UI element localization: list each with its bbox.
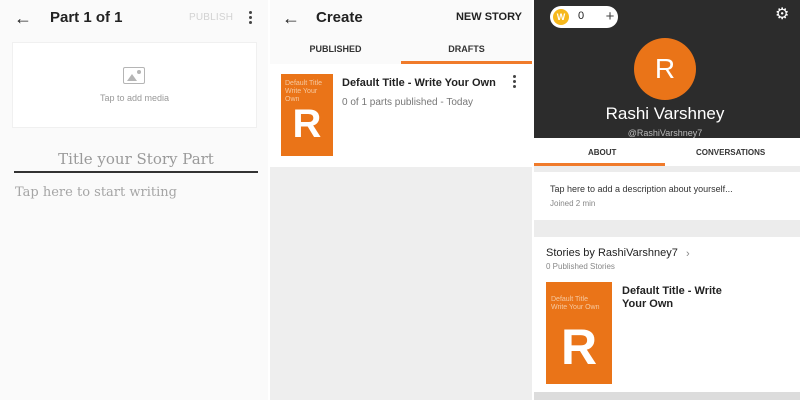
profile-header: W 0 + ⚙ R Rashi Varshney @RashiVarshney7 — [534, 0, 800, 138]
cover-letter: R — [292, 102, 322, 146]
story-editor-screen: ← Part 1 of 1 PUBLISH Tap to add media T… — [0, 0, 268, 400]
draft-meta: 0 of 1 parts published - Today — [342, 97, 474, 108]
cover-letter: R — [560, 319, 598, 375]
story-part-title-input[interactable]: Title your Story Part — [14, 150, 258, 168]
plus-icon[interactable]: + — [602, 9, 618, 25]
profile-tabs: ABOUT CONVERSATIONS — [534, 138, 800, 166]
draft-title: Default Title - Write Your Own — [342, 77, 496, 89]
stories-heading[interactable]: Stories by RashiVarshney7 — [546, 247, 678, 259]
stories-card: Stories by RashiVarshney7 › 0 Published … — [534, 237, 800, 392]
title-underline — [14, 171, 258, 173]
add-media-label: Tap to add media — [99, 93, 170, 103]
story-body-input[interactable]: Tap here to start writing — [15, 185, 177, 200]
more-vert-icon[interactable] — [513, 75, 517, 90]
profile-name: Rashi Varshney — [605, 104, 725, 123]
new-story-button[interactable]: NEW STORY — [456, 11, 522, 23]
gear-icon[interactable]: ⚙ — [775, 7, 789, 23]
editor-toolbar: ← Part 1 of 1 PUBLISH — [0, 0, 268, 36]
cover-title-text: Default Title Write Your Own — [285, 80, 322, 103]
joined-text: Joined 2 min — [550, 199, 596, 208]
avatar[interactable]: R — [634, 38, 696, 100]
create-tabs: PUBLISHED DRAFTS — [270, 36, 532, 64]
tab-about[interactable]: ABOUT — [588, 138, 616, 166]
coin-balance[interactable]: W 0 + — [550, 6, 618, 28]
tab-drafts[interactable]: DRAFTS — [401, 36, 532, 64]
image-icon — [123, 67, 145, 84]
tab-conversations[interactable]: CONVERSATIONS — [696, 138, 765, 166]
published-count: 0 Published Stories — [546, 262, 615, 271]
tab-published[interactable]: PUBLISHED — [270, 36, 401, 64]
profile-screen: W 0 + ⚙ R Rashi Varshney @RashiVarshney7… — [534, 0, 800, 400]
chevron-right-icon[interactable]: › — [686, 248, 690, 260]
about-card: Tap here to add a description about your… — [534, 172, 800, 220]
active-tab-indicator — [534, 163, 665, 166]
story-cover[interactable]: Default Title Write Your Own R — [546, 282, 612, 384]
draft-list-item[interactable]: Default Title Write Your Own R Default T… — [270, 64, 532, 167]
editor-title: Part 1 of 1 — [50, 9, 123, 26]
coin-count: 0 — [578, 10, 585, 22]
cover-title-text: Default Title Write Your Own — [551, 296, 600, 311]
more-vert-icon[interactable] — [249, 11, 253, 26]
create-screen: ← Create NEW STORY PUBLISHED DRAFTS Defa… — [270, 0, 532, 400]
profile-handle: @RashiVarshney7 — [627, 128, 703, 138]
draft-cover: Default Title Write Your Own R — [281, 74, 333, 156]
back-arrow-icon[interactable]: ← — [282, 9, 300, 27]
publish-button[interactable]: PUBLISH — [189, 12, 233, 23]
back-arrow-icon[interactable]: ← — [14, 9, 32, 27]
create-title: Create — [316, 9, 363, 26]
add-media-area[interactable]: Tap to add media — [12, 42, 257, 128]
story-title[interactable]: Default Title - Write Your Own — [622, 285, 742, 311]
create-toolbar: ← Create NEW STORY — [270, 0, 532, 36]
next-card-edge — [534, 392, 800, 400]
about-description[interactable]: Tap here to add a description about your… — [550, 184, 733, 194]
coin-icon: W — [553, 9, 569, 25]
